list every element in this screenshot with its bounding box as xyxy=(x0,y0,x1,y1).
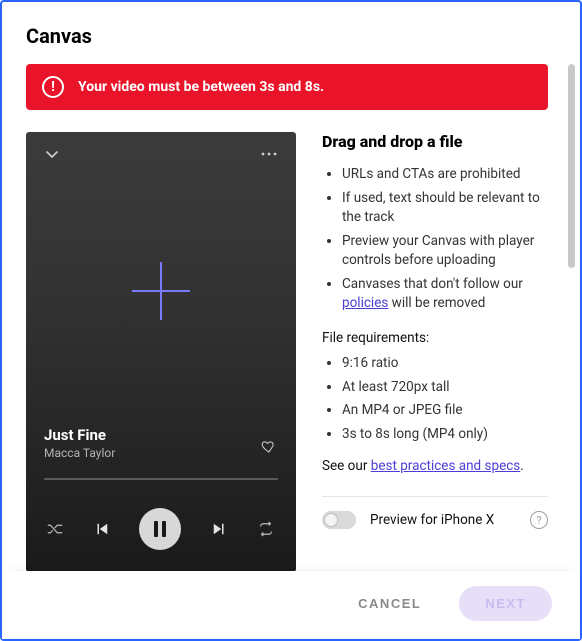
best-practices-link[interactable]: best practices and specs xyxy=(371,458,521,474)
list-item: 9:16 ratio xyxy=(342,354,548,374)
modal-footer: CANCEL NEXT xyxy=(2,571,580,639)
list-item: URLs and CTAs are prohibited xyxy=(342,165,548,185)
modal-title: Canvas xyxy=(26,24,556,48)
alert-message: Your video must be between 3s and 8s. xyxy=(78,79,324,95)
track-artist: Macca Taylor xyxy=(44,446,278,460)
list-item: An MP4 or JPEG file xyxy=(342,401,548,421)
track-title: Just Fine xyxy=(44,426,278,444)
track-info: Just Fine Macca Taylor xyxy=(44,426,278,460)
iphone-x-toggle-row: Preview for iPhone X ? xyxy=(322,511,548,529)
canvas-modal: Canvas ! Your video must be between 3s a… xyxy=(0,0,582,641)
list-item: 3s to 8s long (MP4 only) xyxy=(342,425,548,445)
repeat-icon[interactable] xyxy=(256,520,276,538)
add-canvas-icon[interactable] xyxy=(132,262,190,320)
requirements-label: File requirements: xyxy=(322,330,548,346)
list-item: If used, text should be relevant to the … xyxy=(342,189,548,228)
shuffle-icon[interactable] xyxy=(46,520,64,538)
heart-icon[interactable] xyxy=(260,438,278,456)
guidelines-list: URLs and CTAs are prohibited If used, tex… xyxy=(322,165,548,314)
next-button[interactable]: NEXT xyxy=(459,586,552,621)
iphone-x-toggle-label: Preview for iPhone X xyxy=(370,512,516,528)
player-controls xyxy=(26,508,296,550)
list-item: Canvases that don't follow our policies … xyxy=(342,275,548,314)
more-icon[interactable] xyxy=(260,146,278,162)
list-item: Preview your Canvas with player controls… xyxy=(342,232,548,271)
divider xyxy=(322,496,548,497)
scrollbar[interactable] xyxy=(568,64,575,268)
requirements-list: 9:16 ratio At least 720px tall An MP4 or J… xyxy=(322,354,548,444)
policies-link[interactable]: policies xyxy=(342,295,388,311)
pause-button[interactable] xyxy=(139,508,181,550)
next-icon[interactable] xyxy=(210,520,228,538)
cancel-button[interactable]: CANCEL xyxy=(332,586,447,621)
canvas-preview[interactable]: Just Fine Macca Taylor xyxy=(26,132,296,571)
previous-icon[interactable] xyxy=(93,520,111,538)
progress-bar[interactable] xyxy=(44,478,278,480)
chevron-down-icon[interactable] xyxy=(44,146,60,162)
error-alert: ! Your video must be between 3s and 8s. xyxy=(26,64,548,110)
see-our-text: See our best practices and specs. xyxy=(322,458,548,474)
instructions-panel: Drag and drop a file URLs and CTAs are p… xyxy=(322,132,556,571)
iphone-x-toggle[interactable] xyxy=(322,511,356,529)
help-icon[interactable]: ? xyxy=(530,511,548,529)
instructions-heading: Drag and drop a file xyxy=(322,132,548,151)
list-item: At least 720px tall xyxy=(342,378,548,398)
alert-icon: ! xyxy=(42,76,64,98)
